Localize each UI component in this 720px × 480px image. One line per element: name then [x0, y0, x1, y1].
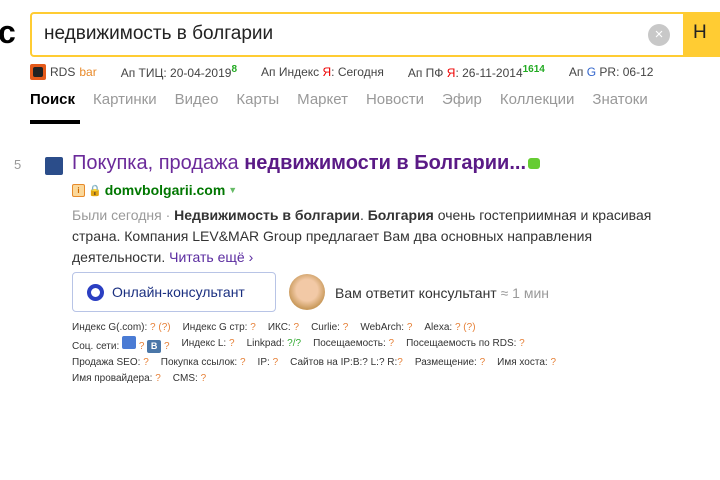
read-more-link[interactable]: Читать ещё › [169, 249, 253, 265]
info-icon[interactable]: i [72, 183, 85, 197]
chat-icon [87, 283, 104, 301]
tab-images[interactable]: Картинки [93, 91, 157, 108]
tab-znatoki[interactable]: Знатоки [592, 91, 647, 108]
metric[interactable]: Имя хоста: ? [497, 355, 556, 371]
tab-maps[interactable]: Карты [236, 91, 279, 108]
result-snippet: Были сегодня · Недвижимость в болгарии. … [72, 207, 652, 265]
lock-icon: 🔒 [88, 184, 102, 197]
metric[interactable]: Покупка ссылок: ? [161, 355, 246, 371]
metric[interactable]: Посещаемость по RDS: ? [406, 336, 525, 355]
result-url[interactable]: i 🔒 domvbolgarii.com ▼ [72, 182, 237, 198]
metric[interactable]: Linkpad: ?/? [247, 336, 302, 355]
tab-collections[interactable]: Коллекции [500, 91, 575, 108]
consultant-answer-text: Вам ответит консультант ≈ 1 мин [335, 285, 550, 301]
seo-metrics: Индекс G(.com): ? (?) Индекс G стр: ? ИК… [72, 320, 672, 387]
index-stat[interactable]: Ап Индекс Я: Сегодня [261, 65, 384, 79]
pf-stat[interactable]: Ап ПФ Я: 26-11-20141614 [408, 64, 545, 80]
metric[interactable]: Индекс G(.com): ? (?) [72, 320, 171, 336]
consultant-avatar [289, 274, 325, 310]
metric[interactable]: CMS: ? [173, 371, 206, 387]
tab-market[interactable]: Маркет [297, 91, 348, 108]
search-tabs: Поиск Картинки Видео Карты Маркет Новост… [30, 91, 648, 108]
tab-video[interactable]: Видео [175, 91, 219, 108]
metric-social[interactable]: Соц. сети: ? B ? [72, 336, 170, 355]
metric[interactable]: Индекс G стр: ? [183, 320, 256, 336]
metric[interactable]: Curlie: ? [311, 320, 348, 336]
yandex-logo[interactable]: с [0, 14, 16, 51]
vk-icon[interactable]: B [147, 340, 162, 353]
metric[interactable]: IP: ? [258, 355, 279, 371]
search-box[interactable]: × [30, 12, 690, 57]
metric[interactable]: WebArch: ? [360, 320, 412, 336]
like-icon[interactable] [122, 336, 137, 349]
active-tab-underline [30, 120, 80, 124]
clear-icon[interactable]: × [648, 24, 670, 46]
rds-bar-button[interactable]: RDS bar [30, 64, 97, 80]
metric[interactable]: Сайтов на IP:B:? L:? R:? [290, 355, 403, 371]
metric[interactable]: Индекс L: ? [182, 336, 235, 355]
tab-efir[interactable]: Эфир [442, 91, 482, 108]
rds-icon [30, 64, 46, 80]
metric[interactable]: ИКС: ? [268, 320, 299, 336]
search-button[interactable]: Н [683, 12, 720, 57]
rds-toolbar: RDS bar Ап ТИЦ: 20-04-20198 Ап Индекс Я: … [30, 64, 653, 80]
tab-news[interactable]: Новости [366, 91, 424, 108]
chevron-down-icon[interactable]: ▼ [228, 185, 237, 195]
online-consultant-button[interactable]: Онлайн-консультант [72, 272, 276, 312]
site-favicon [45, 157, 63, 175]
metric[interactable]: Размещение: ? [415, 355, 485, 371]
metric[interactable]: Продажа SEO: ? [72, 355, 149, 371]
metric[interactable]: Имя провайдера: ? [72, 371, 161, 387]
result-number: 5 [14, 157, 22, 172]
green-marker-icon [528, 158, 541, 169]
result-title-link[interactable]: Покупка, продажа недвижимости в Болгарии… [72, 152, 541, 175]
tic-stat[interactable]: Ап ТИЦ: 20-04-20198 [121, 64, 237, 80]
metric[interactable]: Посещаемость: ? [313, 336, 394, 355]
tab-search[interactable]: Поиск [30, 91, 75, 108]
search-input[interactable] [44, 23, 624, 45]
metric[interactable]: Alexa: ? (?) [424, 320, 475, 336]
pr-stat[interactable]: Ап G PR: 06-12 [569, 65, 654, 79]
